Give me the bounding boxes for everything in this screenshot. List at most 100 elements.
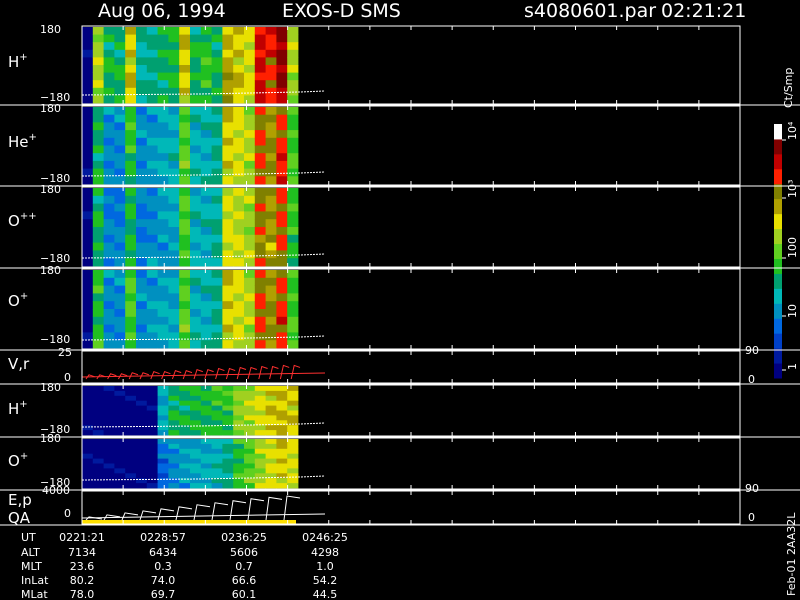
heatmap-cell	[233, 483, 245, 489]
heatmap-cell	[136, 80, 148, 89]
plot-panels	[0, 25, 800, 526]
heatmap-cell	[254, 270, 266, 279]
heatmap-cell	[168, 301, 180, 310]
heatmap-cell	[222, 458, 234, 464]
heatmap-cell	[92, 65, 104, 73]
heatmap-cell	[92, 107, 104, 116]
heatmap-cell	[265, 87, 277, 96]
heatmap-cell	[136, 160, 148, 169]
heatmap-cell	[179, 145, 191, 154]
heatmap-cell	[92, 203, 104, 212]
heatmap-cell	[190, 130, 202, 139]
heatmap-cell	[146, 188, 158, 197]
heatmap-cell	[157, 153, 169, 162]
heatmap-cell	[168, 145, 180, 154]
heatmap-cell	[265, 42, 277, 51]
heatmap-cell	[233, 203, 245, 212]
heatmap-cell	[125, 211, 137, 220]
heatmap-cell	[103, 390, 115, 397]
heatmap-cell	[125, 468, 137, 474]
heatmap-cell	[265, 95, 277, 104]
heatmap-cell	[82, 400, 94, 406]
heatmap-cell	[222, 473, 234, 479]
heatmap-cell	[222, 340, 234, 349]
heatmap-cell	[114, 463, 126, 469]
heatmap-cell	[168, 42, 180, 51]
heatmap-cell	[125, 425, 137, 431]
heatmap-cell	[157, 211, 169, 220]
panel-2	[81, 105, 741, 186]
heatmap-cell	[222, 463, 234, 469]
heatmap-cell	[146, 130, 158, 139]
heatmap-cell	[179, 324, 191, 333]
heatmap-cell	[276, 316, 288, 325]
heatmap-cell	[190, 227, 202, 236]
heatmap-cell	[114, 309, 126, 318]
heatmap-cell	[222, 211, 234, 220]
heatmap-cell	[254, 168, 266, 177]
heatmap-cell	[200, 27, 212, 35]
heatmap-cell	[103, 95, 115, 104]
heatmap-cell	[190, 27, 202, 35]
heatmap-cell	[254, 478, 266, 484]
heatmap-cell	[190, 145, 202, 154]
heatmap-cell	[254, 242, 266, 251]
heatmap-cell	[190, 293, 202, 302]
heatmap-cell	[200, 468, 212, 474]
heatmap-cell	[244, 160, 256, 169]
heatmap-cell	[125, 227, 137, 236]
heatmap-cell	[287, 415, 299, 421]
heatmap-cell	[179, 188, 191, 197]
heatmap-cell	[244, 95, 256, 104]
heatmap-cell	[244, 242, 256, 251]
panel-7-label: O+	[8, 451, 28, 470]
heatmap-cell	[265, 425, 277, 431]
heatmap-cell	[92, 473, 104, 479]
heatmap-cell	[179, 42, 191, 51]
heatmap-cell	[276, 395, 288, 402]
heatmap-cell	[222, 195, 234, 204]
heatmap-cell	[287, 316, 299, 325]
heatmap-cell	[92, 430, 104, 436]
heatmap-cell	[103, 176, 115, 185]
heatmap-cell	[265, 137, 277, 146]
heatmap-cell	[168, 309, 180, 318]
title-time: 02:21:21	[661, 0, 746, 22]
eph-label-mlat: MLat	[21, 588, 48, 600]
heatmap-cell	[287, 453, 299, 459]
heatmap-cell	[244, 410, 256, 416]
heatmap-cell	[287, 258, 299, 267]
heatmap-cell	[265, 430, 277, 436]
heatmap-cell	[200, 443, 212, 450]
heatmap-cell	[92, 463, 104, 469]
heatmap-cell	[244, 277, 256, 286]
heatmap-cell	[287, 405, 299, 411]
heatmap-cell	[254, 42, 266, 51]
heatmap-cell	[233, 453, 245, 459]
heatmap-cell	[168, 386, 180, 392]
heatmap-cell	[146, 301, 158, 310]
heatmap-cell	[146, 57, 158, 66]
heatmap-cell	[233, 258, 245, 267]
heatmap-cell	[136, 188, 148, 197]
heatmap-cell	[200, 420, 212, 426]
heatmap-cell	[254, 301, 266, 310]
heatmap-cell	[233, 160, 245, 169]
heatmap-cell	[136, 468, 148, 474]
heatmap-cell	[265, 80, 277, 89]
heatmap-cell	[168, 324, 180, 333]
heatmap-cell	[103, 483, 115, 489]
heatmap-cell	[254, 439, 266, 445]
heatmap-cell	[200, 386, 212, 392]
heatmap-cell	[157, 405, 169, 411]
heatmap-cell	[222, 410, 234, 416]
heatmap-cell	[103, 468, 115, 474]
heatmap-cell	[233, 168, 245, 177]
heatmap-cell	[222, 27, 234, 35]
heatmap-cell	[92, 448, 104, 455]
heatmap-cell	[114, 227, 126, 236]
heatmap-cell	[200, 145, 212, 154]
heatmap-cell	[136, 57, 148, 66]
heatmap-cell	[254, 160, 266, 169]
heatmap-cell	[82, 309, 94, 318]
